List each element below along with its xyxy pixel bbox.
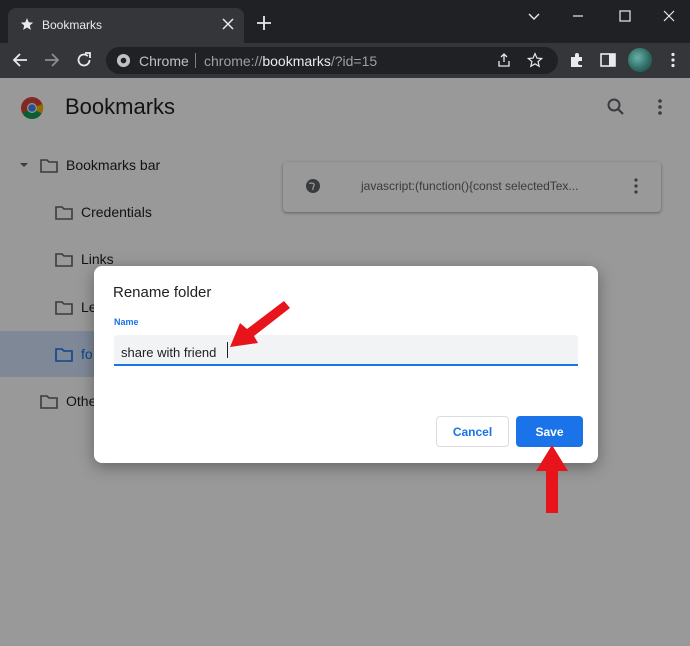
chrome-site-icon[interactable] — [116, 53, 131, 68]
minimize-icon[interactable] — [570, 8, 586, 24]
tab-title: Bookmarks — [42, 18, 103, 32]
bookmark-star-icon[interactable] — [527, 52, 543, 68]
annotation-arrow-to-input — [230, 301, 290, 347]
dialog-title: Rename folder — [113, 284, 212, 301]
tab-bookmarks[interactable]: Bookmarks — [8, 8, 244, 43]
extensions-puzzle-icon[interactable] — [568, 51, 586, 69]
rename-folder-dialog: Rename folder Name Cancel Save — [94, 266, 598, 463]
star-icon — [20, 18, 34, 30]
site-chip-label: Chrome — [139, 53, 189, 69]
title-bar: Bookmarks — [0, 0, 690, 43]
cancel-button[interactable]: Cancel — [436, 416, 509, 447]
reload-icon[interactable] — [75, 51, 93, 69]
back-icon[interactable] — [11, 51, 29, 69]
name-field-label: Name — [114, 317, 139, 327]
save-button[interactable]: Save — [516, 416, 583, 447]
share-icon[interactable] — [496, 52, 512, 68]
more-menu-icon[interactable] — [664, 51, 682, 69]
omnibox-divider — [195, 53, 196, 68]
profile-avatar[interactable] — [628, 48, 652, 72]
address-bar[interactable]: Chrome chrome://bookmarks/?id=15 — [106, 47, 558, 74]
annotation-arrow-to-save — [536, 445, 568, 513]
close-icon[interactable] — [222, 18, 234, 30]
new-tab-icon[interactable] — [256, 15, 272, 31]
chevron-down-icon[interactable] — [526, 8, 542, 24]
browser-toolbar: Chrome chrome://bookmarks/?id=15 — [0, 43, 690, 78]
url-text[interactable]: chrome://bookmarks/?id=15 — [204, 53, 377, 69]
side-panel-icon[interactable] — [599, 51, 617, 69]
folder-name-input[interactable] — [114, 335, 578, 366]
window-close-icon[interactable] — [661, 8, 677, 24]
forward-icon[interactable] — [43, 51, 61, 69]
maximize-icon[interactable] — [617, 8, 633, 24]
